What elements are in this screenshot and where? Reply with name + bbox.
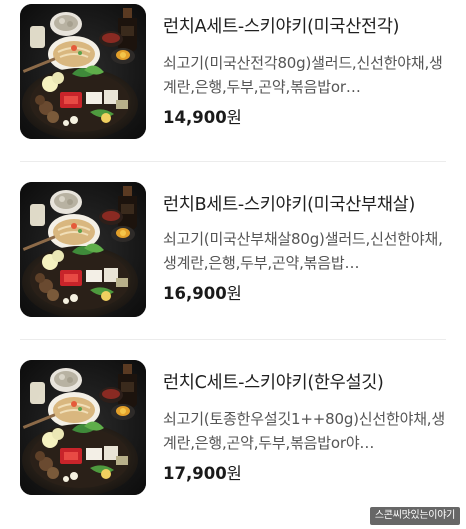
menu-item-info: 런치B세트-스키야키(미국산부채살) 쇠고기(미국산부채살80g)샐러드,신선한…: [163, 192, 453, 305]
menu-item-price: 17,900원: [163, 463, 453, 485]
menu-item-description: 쇠고기(미국산부채살80g)샐러드,신선한야채,생계란,은행,두부,곤약,볶음밥…: [163, 230, 443, 272]
menu-item-description: 쇠고기(미국산전각80g)샐러드,신선한야채,생계란,은행,두부,곤약,볶음밥o…: [163, 54, 443, 96]
watermark: 스콘씨맛있는이야기: [369, 507, 460, 525]
menu-item-info: 런치A세트-스키야키(미국산전각) 쇠고기(미국산전각80g)샐러드,신선한야채…: [163, 14, 453, 129]
price-value: 17,900: [163, 464, 227, 483]
menu-item[interactable]: 런치B세트-스키야키(미국산부채살) 쇠고기(미국산부채살80g)샐러드,신선한…: [0, 178, 466, 338]
divider: [20, 339, 446, 340]
price-currency: 원: [226, 464, 242, 483]
menu-item-info: 런치C세트-스키야키(한우설깃) 쇠고기(토종한우설깃1++80g)신선한야채,…: [163, 370, 453, 485]
divider: [20, 161, 446, 162]
menu-item[interactable]: 런치A세트-스키야키(미국산전각) 쇠고기(미국산전각80g)샐러드,신선한야채…: [0, 0, 466, 160]
menu-item-price: 14,900원: [163, 107, 453, 129]
menu-item-photo[interactable]: [20, 360, 146, 495]
menu-item-photo[interactable]: [20, 182, 146, 317]
price-value: 16,900: [163, 284, 227, 303]
menu-item[interactable]: 런치C세트-스키야키(한우설깃) 쇠고기(토종한우설깃1++80g)신선한야채,…: [0, 356, 466, 516]
price-currency: 원: [226, 284, 242, 303]
price-currency: 원: [226, 108, 242, 127]
menu-item-name: 런치B세트-스키야키(미국산부채살): [163, 195, 415, 215]
menu-item-price: 16,900원: [163, 283, 453, 305]
price-value: 14,900: [163, 108, 227, 127]
menu-item-name: 런치A세트-스키야키(미국산전각): [163, 17, 400, 37]
menu-item-name: 런치C세트-스키야키(한우설깃): [163, 373, 384, 393]
menu-item-photo[interactable]: [20, 4, 146, 139]
menu-item-description: 쇠고기(토종한우설깃1++80g)신선한야채,생계란,은행,곤약,두부,볶음밥o…: [163, 410, 445, 452]
